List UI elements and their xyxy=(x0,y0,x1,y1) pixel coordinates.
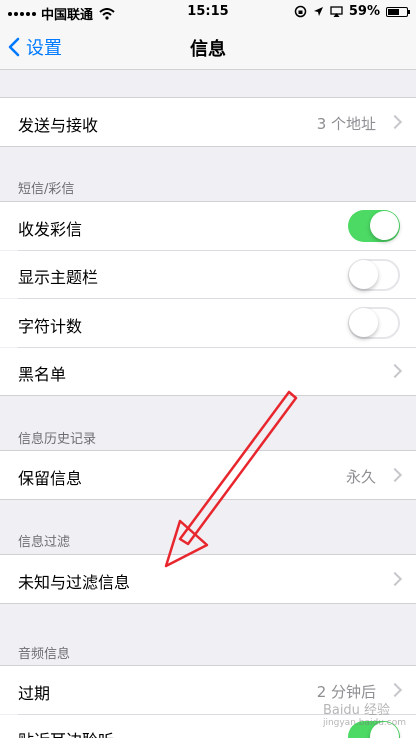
chevron-right-icon xyxy=(387,114,403,130)
row-label: 字符计数 xyxy=(18,317,83,336)
battery-fill xyxy=(388,8,399,15)
airplay-icon xyxy=(330,6,343,17)
row-label: 贴近耳边聆听 xyxy=(18,727,114,738)
section-header-audio: 音频信息 xyxy=(18,647,71,662)
row-label: 过期 xyxy=(18,684,51,703)
group-bottom-border xyxy=(0,603,416,604)
location-icon xyxy=(313,7,323,16)
row-label: 黑名单 xyxy=(18,365,67,384)
chevron-right-icon xyxy=(387,682,403,698)
mms-toggle-row: 收发彩信 xyxy=(0,202,416,250)
watermark: Baidu 经验 jingyan.baidu.com xyxy=(323,699,406,728)
subject-toggle-row: 显示主题栏 xyxy=(0,251,416,298)
switch-knob xyxy=(370,211,399,240)
chevron-right-icon xyxy=(387,467,403,483)
subject-switch[interactable] xyxy=(348,259,400,291)
group-bottom-border xyxy=(0,395,416,396)
mms-switch[interactable] xyxy=(348,210,400,242)
char-count-toggle-row: 字符计数 xyxy=(0,299,416,347)
chevron-right-icon xyxy=(387,571,403,587)
section-header-filtering: 信息过滤 xyxy=(18,535,71,550)
row-label: 保留信息 xyxy=(18,469,83,488)
keep-messages-row[interactable]: 保留信息 永久 xyxy=(0,451,416,499)
char-count-switch[interactable] xyxy=(348,307,400,339)
row-detail: 永久 xyxy=(345,468,376,486)
group-bottom-border xyxy=(0,146,416,147)
nav-bar: 设置 信息 xyxy=(0,24,416,70)
group-bottom-border xyxy=(0,499,416,500)
chevron-right-icon xyxy=(387,363,403,379)
battery-icon xyxy=(386,6,410,17)
row-label: 显示主题栏 xyxy=(18,268,99,287)
watermark-sub: jingyan.baidu.com xyxy=(322,718,406,728)
section-header-sms-mms: 短信/彩信 xyxy=(18,182,75,197)
row-label: 未知与过滤信息 xyxy=(18,573,131,592)
rotation-lock-icon xyxy=(294,5,307,18)
section-header-history: 信息历史记录 xyxy=(18,432,97,447)
switch-knob xyxy=(349,308,378,337)
battery-percent: 59% xyxy=(348,4,380,19)
row-label: 收发彩信 xyxy=(18,220,83,239)
send-receive-row[interactable]: 发送与接收 3 个地址 xyxy=(0,98,416,146)
row-label: 发送与接收 xyxy=(18,116,99,135)
watermark-main: Baidu 经验 xyxy=(322,703,391,718)
status-bar: 中国联通 15:15 59% xyxy=(0,0,416,24)
switch-knob xyxy=(349,260,378,289)
row-detail: 3 个地址 xyxy=(316,115,376,133)
page-title: 信息 xyxy=(190,39,226,60)
unknown-filtered-row[interactable]: 未知与过滤信息 xyxy=(0,555,416,603)
blocked-row[interactable]: 黑名单 xyxy=(0,348,416,395)
